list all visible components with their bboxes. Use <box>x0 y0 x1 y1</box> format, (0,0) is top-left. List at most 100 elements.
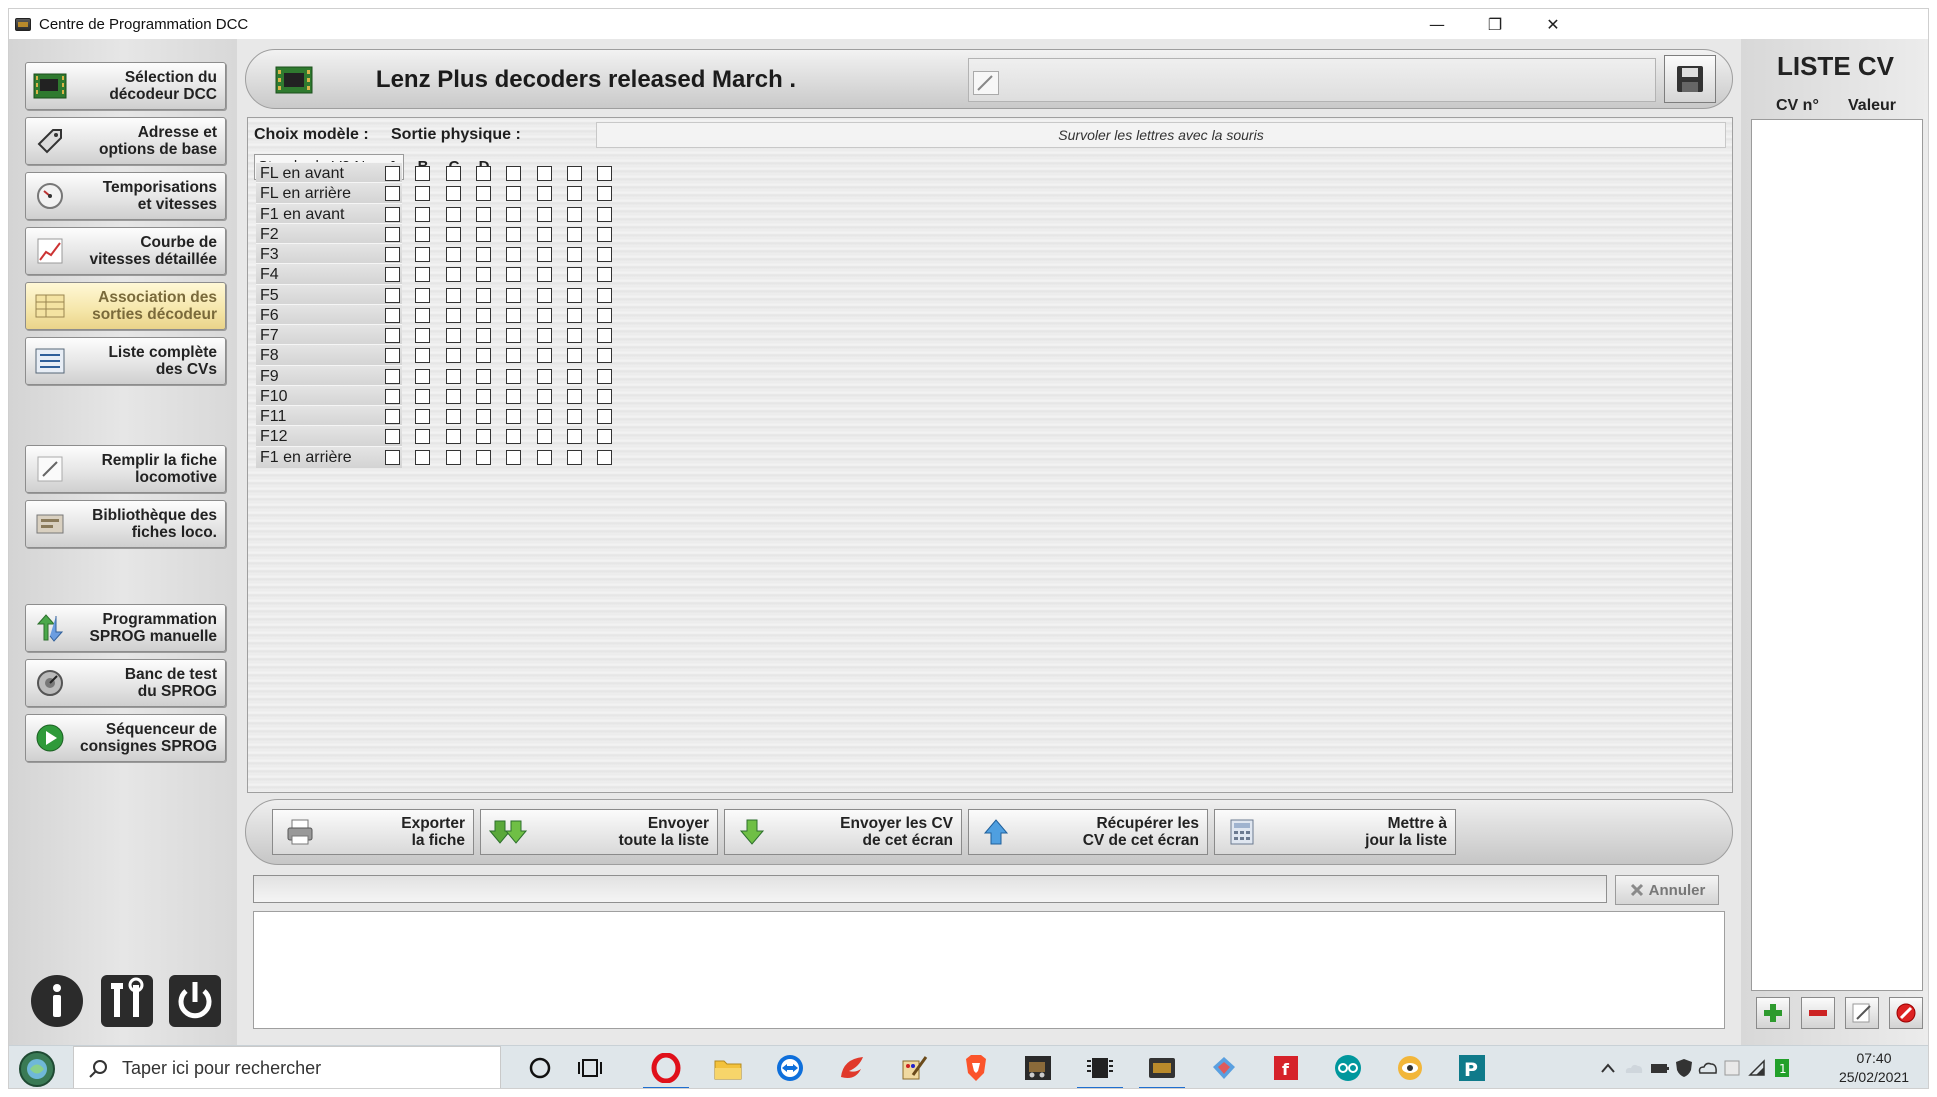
output-checkbox[interactable] <box>446 449 461 465</box>
edit-cv-button[interactable] <box>1845 997 1879 1029</box>
clear-cv-button[interactable] <box>1889 997 1923 1029</box>
output-checkbox[interactable] <box>537 328 552 343</box>
retrieve-screen-cv-button[interactable]: Récupérer les CV de cet écran <box>968 809 1208 855</box>
output-checkbox[interactable] <box>476 328 491 343</box>
output-checkbox[interactable] <box>567 328 582 343</box>
sidebar-item-sprog-sequencer[interactable]: Séquenceur de consignes SPROG <box>25 714 226 762</box>
output-checkbox[interactable] <box>567 267 582 283</box>
output-checkbox[interactable] <box>446 388 461 404</box>
output-checkbox[interactable] <box>537 186 552 202</box>
taskbar-clock[interactable]: 07:40 25/02/2021 <box>1834 1049 1914 1087</box>
flash-app-icon[interactable]: f <box>1269 1052 1303 1084</box>
output-checkbox[interactable] <box>567 449 582 465</box>
output-checkbox[interactable] <box>567 388 582 404</box>
output-checkbox[interactable] <box>415 388 430 404</box>
output-checkbox[interactable] <box>476 429 491 445</box>
output-checkbox[interactable] <box>476 247 491 262</box>
output-checkbox[interactable] <box>567 348 582 364</box>
power-icon[interactable] <box>167 973 223 1029</box>
output-checkbox[interactable] <box>597 449 612 465</box>
output-checkbox[interactable] <box>597 409 612 424</box>
output-checkbox[interactable] <box>385 449 400 465</box>
sidebar-item-address-options[interactable]: Adresse et options de base <box>25 117 226 165</box>
file-explorer-icon[interactable] <box>711 1052 745 1084</box>
output-checkbox[interactable] <box>415 409 430 424</box>
cloud-sync-icon[interactable] <box>1697 1052 1719 1084</box>
output-checkbox[interactable] <box>446 429 461 445</box>
output-checkbox[interactable] <box>415 267 430 283</box>
output-checkbox[interactable] <box>415 166 430 181</box>
output-checkbox[interactable] <box>415 449 430 465</box>
send-screen-cv-button[interactable]: Envoyer les CV de cet écran <box>724 809 962 855</box>
output-checkbox[interactable] <box>385 186 400 202</box>
search-input[interactable]: Taper ici pour rechercher <box>73 1046 501 1088</box>
output-checkbox[interactable] <box>597 186 612 202</box>
output-checkbox[interactable] <box>537 247 552 262</box>
output-checkbox[interactable] <box>506 287 521 303</box>
output-checkbox[interactable] <box>506 186 521 202</box>
output-checkbox[interactable] <box>567 206 582 222</box>
eye-app-icon[interactable] <box>1393 1052 1427 1084</box>
output-checkbox[interactable] <box>476 206 491 222</box>
cv-list[interactable] <box>1751 119 1923 991</box>
output-checkbox[interactable] <box>385 429 400 445</box>
output-checkbox[interactable] <box>385 388 400 404</box>
wifi-icon[interactable] <box>1747 1052 1769 1084</box>
output-checkbox[interactable] <box>597 166 612 181</box>
output-checkbox[interactable] <box>415 348 430 364</box>
sidebar-item-decoder-selection[interactable]: Sélection du décodeur DCC <box>25 62 226 110</box>
teamviewer-icon[interactable] <box>773 1052 807 1084</box>
info-icon[interactable] <box>29 973 85 1029</box>
output-checkbox[interactable] <box>537 368 552 384</box>
output-checkbox[interactable] <box>537 409 552 424</box>
loco-name-field[interactable] <box>968 58 1656 102</box>
output-checkbox[interactable] <box>567 429 582 445</box>
output-checkbox[interactable] <box>385 206 400 222</box>
output-checkbox[interactable] <box>385 307 400 323</box>
output-checkbox[interactable] <box>476 449 491 465</box>
output-checkbox[interactable] <box>415 226 430 242</box>
output-checkbox[interactable] <box>446 368 461 384</box>
output-checkbox[interactable] <box>597 247 612 262</box>
output-checkbox[interactable] <box>506 226 521 242</box>
chip-app-icon[interactable] <box>1077 1052 1123 1088</box>
export-sheet-button[interactable]: Exporter la fiche <box>272 809 474 855</box>
output-checkbox[interactable] <box>506 368 521 384</box>
opera-icon[interactable] <box>643 1052 689 1088</box>
sidebar-item-timing-speeds[interactable]: Temporisations et vitesses <box>25 172 226 220</box>
output-checkbox[interactable] <box>476 409 491 424</box>
output-checkbox[interactable] <box>506 388 521 404</box>
output-checkbox[interactable] <box>415 368 430 384</box>
output-checkbox[interactable] <box>537 226 552 242</box>
layout-app-icon[interactable] <box>1207 1052 1241 1084</box>
output-checkbox[interactable] <box>476 267 491 283</box>
output-checkbox[interactable] <box>506 409 521 424</box>
output-checkbox[interactable] <box>506 247 521 262</box>
tray-app-icon[interactable] <box>1721 1052 1743 1084</box>
output-checkbox[interactable] <box>385 348 400 364</box>
restore-button[interactable]: ❐ <box>1466 9 1524 39</box>
output-checkbox[interactable] <box>597 429 612 445</box>
output-checkbox[interactable] <box>476 186 491 202</box>
output-checkbox[interactable] <box>537 449 552 465</box>
output-checkbox[interactable] <box>446 409 461 424</box>
output-checkbox[interactable] <box>506 206 521 222</box>
output-checkbox[interactable] <box>506 449 521 465</box>
output-checkbox[interactable] <box>537 388 552 404</box>
output-checkbox[interactable] <box>476 388 491 404</box>
output-checkbox[interactable] <box>537 429 552 445</box>
tools-icon[interactable] <box>99 973 155 1029</box>
output-checkbox[interactable] <box>567 247 582 262</box>
output-checkbox[interactable] <box>385 267 400 283</box>
output-checkbox[interactable] <box>567 226 582 242</box>
cancel-button[interactable]: Annuler <box>1615 875 1719 905</box>
output-checkbox[interactable] <box>415 206 430 222</box>
sidebar-item-cv-list[interactable]: Liste complète des CVs <box>25 337 226 385</box>
output-checkbox[interactable] <box>385 287 400 303</box>
sidebar-item-loco-library[interactable]: Bibliothèque des fiches loco. <box>25 500 226 548</box>
train-app-icon[interactable] <box>1021 1052 1055 1084</box>
output-checkbox[interactable] <box>597 307 612 323</box>
output-checkbox[interactable] <box>446 226 461 242</box>
output-checkbox[interactable] <box>446 328 461 343</box>
output-checkbox[interactable] <box>476 348 491 364</box>
